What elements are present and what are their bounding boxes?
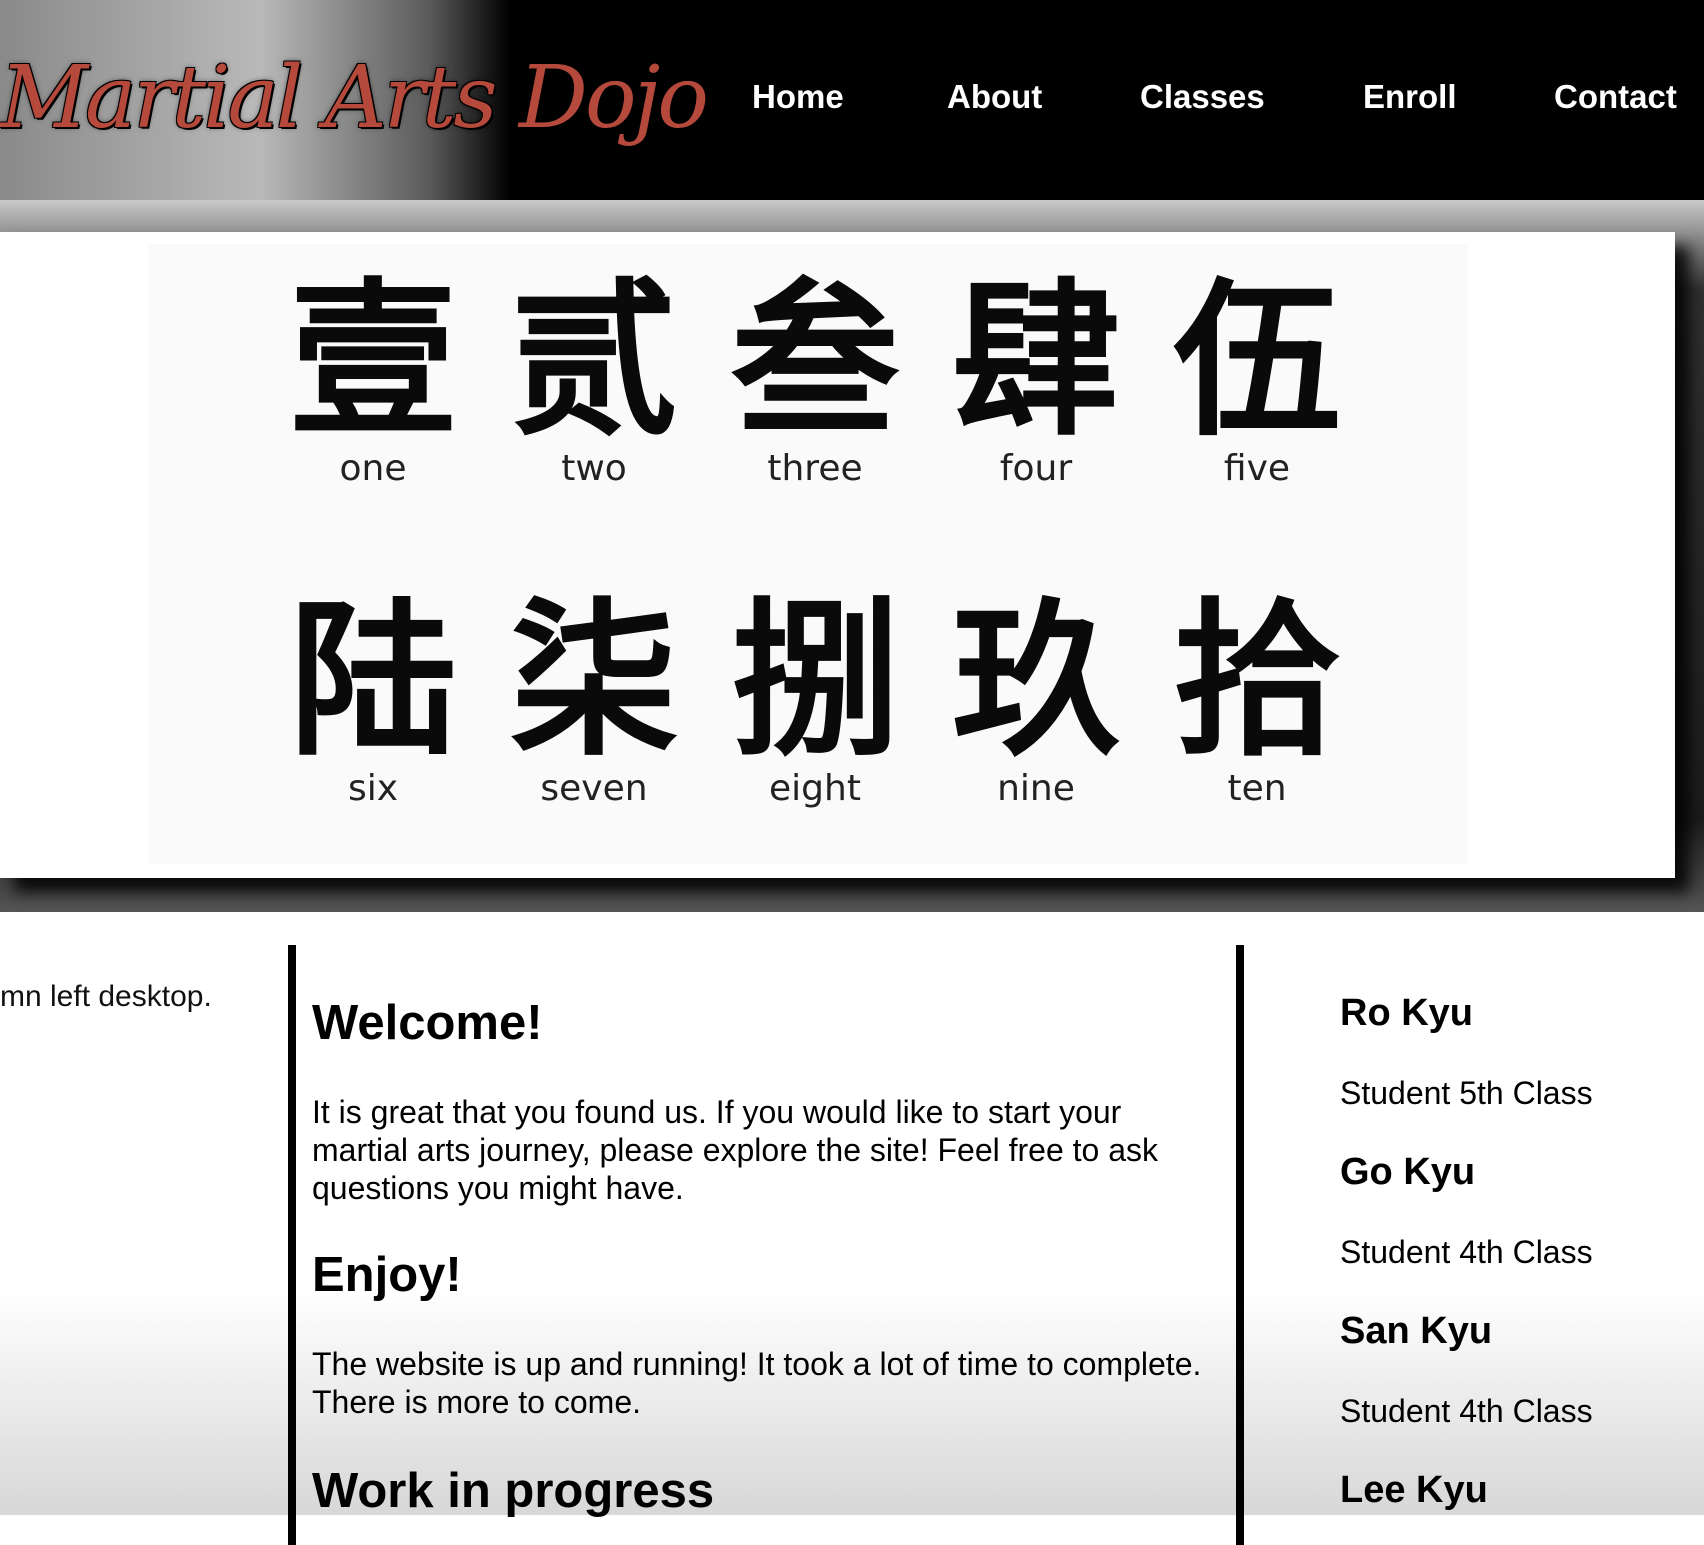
numeral-two: 贰 two bbox=[494, 274, 694, 489]
numeral-five-glyph: 伍 bbox=[1173, 263, 1341, 459]
nav-classes-link[interactable]: Classes bbox=[1140, 72, 1265, 122]
numeral-six: 陆 six bbox=[273, 594, 473, 809]
numeral-ten: 拾 ten bbox=[1157, 594, 1357, 809]
main-column: Welcome! It is great that you found us. … bbox=[288, 945, 1244, 1545]
welcome-text: It is great that you found us. If you wo… bbox=[312, 1094, 1159, 1206]
rank-san-kyu: San Kyu bbox=[1340, 1310, 1493, 1352]
rank-ro-kyu-class: Student 5th Class bbox=[1340, 1075, 1593, 1111]
rank-san-kyu-class: Student 4th Class bbox=[1340, 1393, 1593, 1429]
numeral-one-glyph: 壹 bbox=[289, 263, 457, 459]
numeral-three-glyph: 叁 bbox=[731, 263, 899, 459]
numeral-one: 壹 one bbox=[273, 274, 473, 489]
rank-lee-kyu: Lee Kyu bbox=[1340, 1469, 1488, 1511]
nav-about-link[interactable]: About bbox=[947, 72, 1042, 122]
numeral-nine: 玖 nine bbox=[936, 594, 1136, 809]
welcome-heading: Welcome! bbox=[312, 996, 543, 1050]
nav-contact-link[interactable]: Contact bbox=[1554, 72, 1677, 122]
numeral-two-glyph: 贰 bbox=[510, 263, 678, 459]
enjoy-heading: Enjoy! bbox=[312, 1248, 462, 1302]
numeral-four: 肆 four bbox=[936, 274, 1136, 489]
left-column-text: mn left desktop. bbox=[0, 980, 212, 1013]
site-header: Martial Arts Dojo Home About Classes Enr… bbox=[0, 0, 1704, 200]
rank-go-kyu-class: Student 4th Class bbox=[1340, 1234, 1593, 1270]
numeral-seven-glyph: 柒 bbox=[510, 583, 678, 779]
main-nav: Home About Classes Enroll Contact bbox=[0, 72, 1704, 122]
rank-go-kyu: Go Kyu bbox=[1340, 1151, 1476, 1193]
banner-image: 壹 one 贰 two 叁 three 肆 four 伍 five 陆 six … bbox=[0, 232, 1675, 878]
left-column: mn left desktop. bbox=[0, 980, 280, 1014]
numeral-seven: 柒 seven bbox=[494, 594, 694, 809]
work-in-progress-heading: Work in progress bbox=[312, 1464, 715, 1518]
rank-ro-kyu: Ro Kyu bbox=[1340, 992, 1473, 1034]
numeral-eight-glyph: 捌 bbox=[731, 583, 899, 779]
numeral-eight: 捌 eight bbox=[715, 594, 915, 809]
numeral-five: 伍 five bbox=[1157, 274, 1357, 489]
numeral-nine-glyph: 玖 bbox=[952, 583, 1120, 779]
nav-enroll-link[interactable]: Enroll bbox=[1363, 72, 1457, 122]
numeral-three: 叁 three bbox=[715, 274, 915, 489]
nav-home-link[interactable]: Home bbox=[752, 72, 844, 122]
chinese-numerals-chart: 壹 one 贰 two 叁 three 肆 four 伍 five 陆 six … bbox=[148, 244, 1468, 864]
numeral-four-glyph: 肆 bbox=[952, 263, 1120, 459]
numeral-six-glyph: 陆 bbox=[289, 583, 457, 779]
enjoy-text: The website is up and running! It took a… bbox=[312, 1346, 1202, 1420]
numeral-ten-glyph: 拾 bbox=[1173, 583, 1341, 779]
